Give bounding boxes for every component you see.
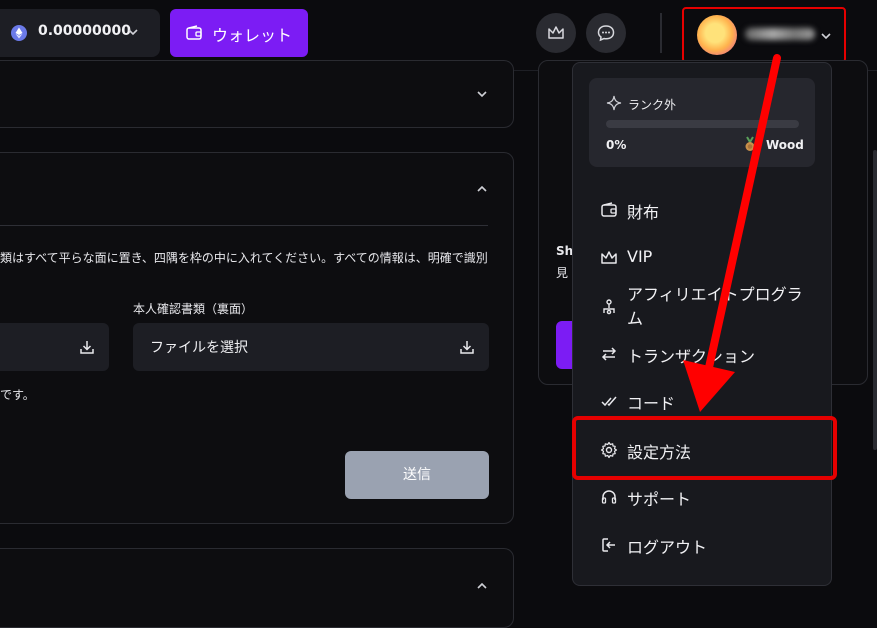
file-input-placeholder: ファイルを選択 xyxy=(150,340,248,356)
wallet-button[interactable]: ウォレット xyxy=(170,9,308,57)
wallet-icon xyxy=(186,25,202,40)
crown-icon xyxy=(601,251,617,264)
profile-menu-button[interactable] xyxy=(682,7,846,63)
rank-title: ランク外 xyxy=(628,98,677,112)
affiliate-icon xyxy=(603,299,615,315)
logout-icon xyxy=(602,538,615,552)
rank-progress-bar xyxy=(606,120,799,128)
lower-section[interactable] xyxy=(0,548,514,628)
wood-medal-icon xyxy=(745,136,755,151)
side-panel-text: Sh xyxy=(556,244,574,258)
rank-card: ランク外 0% Wood xyxy=(589,78,815,167)
menu-item-code[interactable]: コード xyxy=(590,381,820,421)
menu-item-label: アフィリエイトプログラム xyxy=(627,285,803,328)
menu-item-vip[interactable]: VIP xyxy=(590,238,820,278)
collapsed-section[interactable] xyxy=(0,60,514,128)
chevron-up-icon[interactable] xyxy=(475,182,489,196)
wallet-button-label: ウォレット xyxy=(212,26,293,45)
chat-icon xyxy=(597,25,615,42)
menu-item-label: ログアウト xyxy=(627,538,708,557)
settings-highlight-box xyxy=(572,416,837,480)
id-front-file-input[interactable] xyxy=(0,323,109,371)
balance-value: 0.00000000 xyxy=(38,23,131,39)
header-divider xyxy=(660,13,662,53)
id-back-file-input[interactable]: ファイルを選択 xyxy=(133,323,489,371)
rank-percent: 0% xyxy=(606,138,627,152)
username-blurred xyxy=(745,28,815,40)
upload-note: です。 xyxy=(0,388,35,402)
download-icon xyxy=(80,341,94,354)
section-divider xyxy=(0,225,488,226)
upload-instructions: 類はすべて平らな面に置き、四隅を枠の中に入れてください。すべての情報は、明確で識… xyxy=(0,251,488,265)
page-scrollbar[interactable] xyxy=(873,150,877,450)
menu-item-label: VIP xyxy=(627,247,653,266)
chevron-down-icon xyxy=(477,91,487,98)
menu-item-support[interactable]: サポート xyxy=(590,477,820,517)
vip-crown-button[interactable] xyxy=(536,13,576,53)
chevron-down-icon xyxy=(128,29,138,36)
swap-icon xyxy=(601,347,617,361)
id-back-label: 本人確認書類（裏面） xyxy=(133,302,254,316)
chat-button[interactable] xyxy=(586,13,626,53)
menu-item-label: 財布 xyxy=(627,203,660,222)
menu-item-transactions[interactable]: トランザクション xyxy=(590,334,820,374)
menu-item-wallet[interactable]: 財布 xyxy=(590,190,820,230)
rank-tier: Wood xyxy=(766,138,804,152)
menu-item-label: サポート xyxy=(627,490,692,509)
submit-button[interactable]: 送信 xyxy=(345,451,489,499)
balance-selector[interactable]: 0.00000000 xyxy=(0,9,160,57)
wallet-icon xyxy=(601,202,617,217)
menu-item-label: トランザクション xyxy=(627,347,756,366)
avatar xyxy=(697,15,737,55)
chevron-down-icon xyxy=(821,33,831,40)
menu-item-label: コード xyxy=(627,394,676,413)
menu-item-logout[interactable]: ログアウト xyxy=(590,525,820,565)
menu-item-affiliate[interactable]: アフィリエイトプログラム xyxy=(590,285,820,328)
check-double-icon xyxy=(601,396,617,407)
ethereum-icon xyxy=(11,25,27,41)
headset-icon xyxy=(601,490,617,504)
download-icon xyxy=(460,341,474,354)
side-panel-subtext: 見 xyxy=(556,266,569,280)
sparkle-icon xyxy=(606,95,622,111)
chevron-up-icon xyxy=(477,582,487,589)
crown-icon xyxy=(548,26,564,39)
